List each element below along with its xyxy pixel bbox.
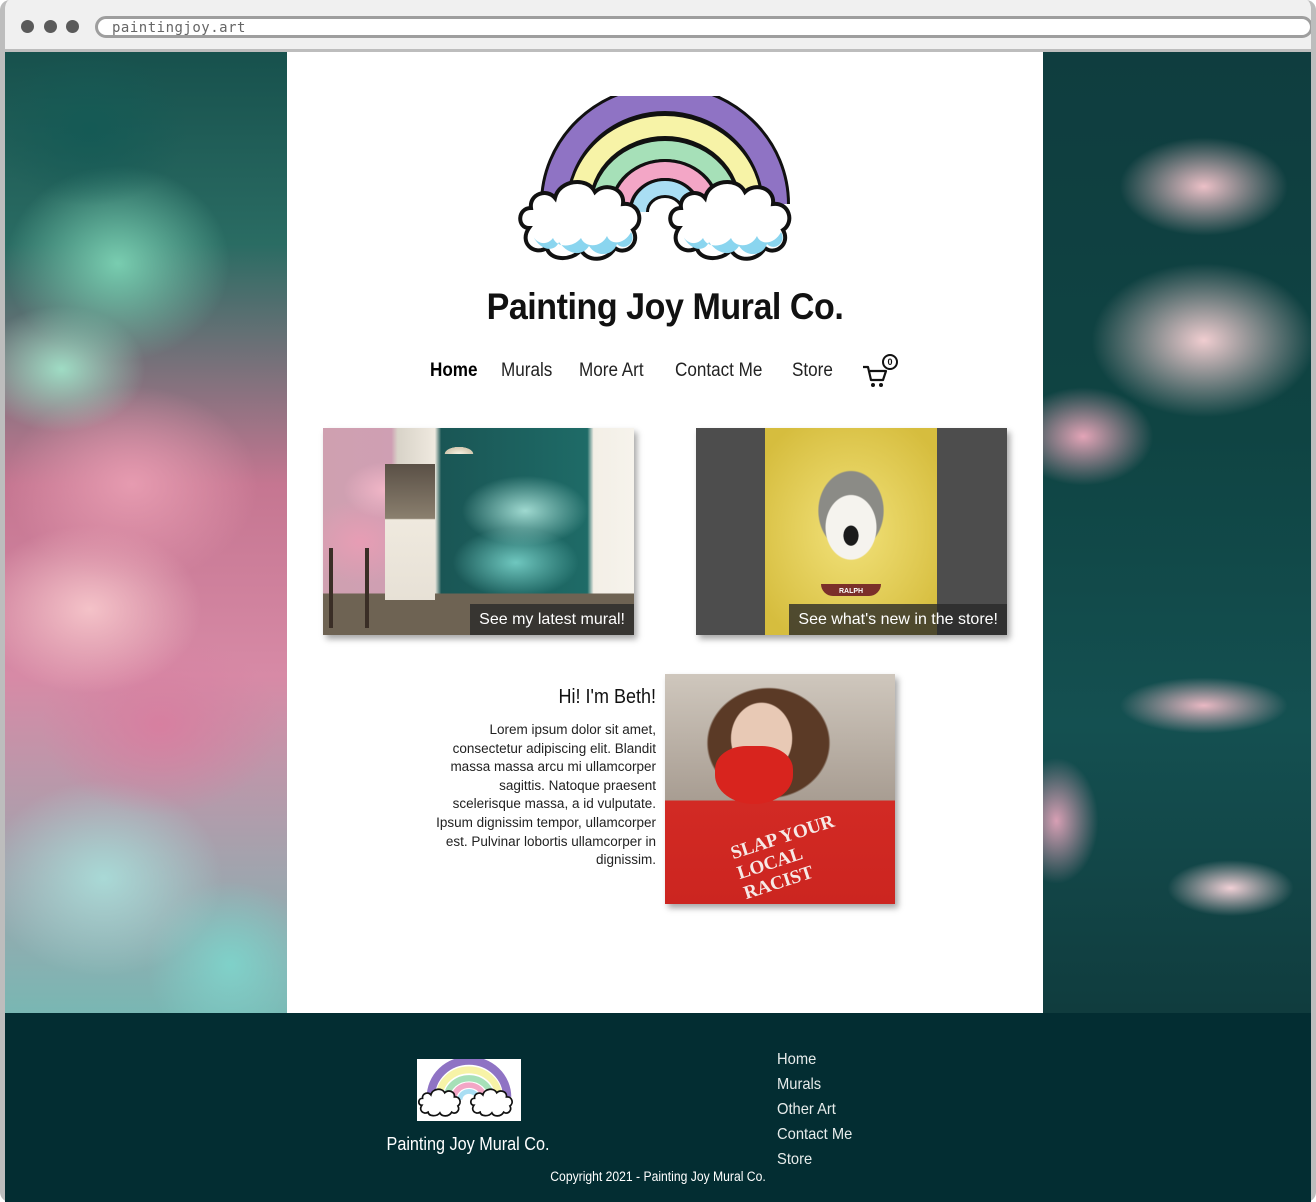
cart-button[interactable]: 0 [861,354,901,392]
store-card[interactable]: RALPH See what's new in the store! [696,428,1007,635]
face-mask [715,746,793,804]
footer-rainbow-icon [417,1056,513,1117]
mural-photo-chair [329,548,369,628]
site-title[interactable]: Painting Joy Mural Co. [317,286,1013,328]
copyright-text: Copyright 2021 - Painting Joy Mural Co. [550,1169,766,1184]
background-clouds-right [1043,52,1311,1013]
footer-link-home[interactable]: Home [777,1047,852,1072]
footer-nav: Home Murals Other Art Contact Me Store [777,1047,859,1172]
address-bar[interactable]: paintingjoy.art [95,16,1311,38]
nav-item-store[interactable]: Store [792,360,833,382]
bio-text: Lorem ipsum dolor sit amet, consectetur … [436,722,656,868]
nav-item-more-art[interactable]: More Art [579,360,644,382]
address-bar-url: paintingjoy.art [112,20,246,36]
latest-mural-card[interactable]: See my latest mural! [323,428,634,635]
window-close-dot[interactable] [21,20,34,33]
window-maximize-dot[interactable] [66,20,79,33]
bio-photo: SLAP YOUR LOCAL RACIST [665,674,895,904]
footer-link-other-art[interactable]: Other Art [777,1097,852,1122]
shirt-text: SLAP YOUR LOCAL RACIST [728,810,837,904]
browser-chrome: paintingjoy.art [5,0,1311,52]
bio-title: Hi! I'm Beth! [558,686,656,708]
footer-logo[interactable] [417,1056,521,1121]
background-clouds-left [5,52,287,1013]
main-nav: Home Murals More Art Contact Me Store 0 [287,354,1043,390]
main-content: Painting Joy Mural Co. Home Murals More … [287,52,1043,1013]
window-minimize-dot[interactable] [44,20,57,33]
nav-item-murals[interactable]: Murals [501,360,552,382]
store-caption: See what's new in the store! [789,604,1007,635]
mural-photo-doorway [385,464,435,600]
mural-photo-lamp [439,428,479,454]
latest-mural-caption: See my latest mural! [470,604,634,635]
dog-name-tag: RALPH [839,588,864,595]
cart-count-badge: 0 [882,354,898,370]
nav-item-contact-me[interactable]: Contact Me [675,360,762,382]
footer-link-contact-me[interactable]: Contact Me [777,1122,852,1147]
rainbow-logo[interactable] [515,96,815,272]
footer-link-murals[interactable]: Murals [777,1072,852,1097]
nav-item-home[interactable]: Home [430,360,478,382]
site-footer: Painting Joy Mural Co. Home Murals Other… [5,1013,1311,1202]
footer-brand-name: Painting Joy Mural Co. [386,1134,550,1154]
